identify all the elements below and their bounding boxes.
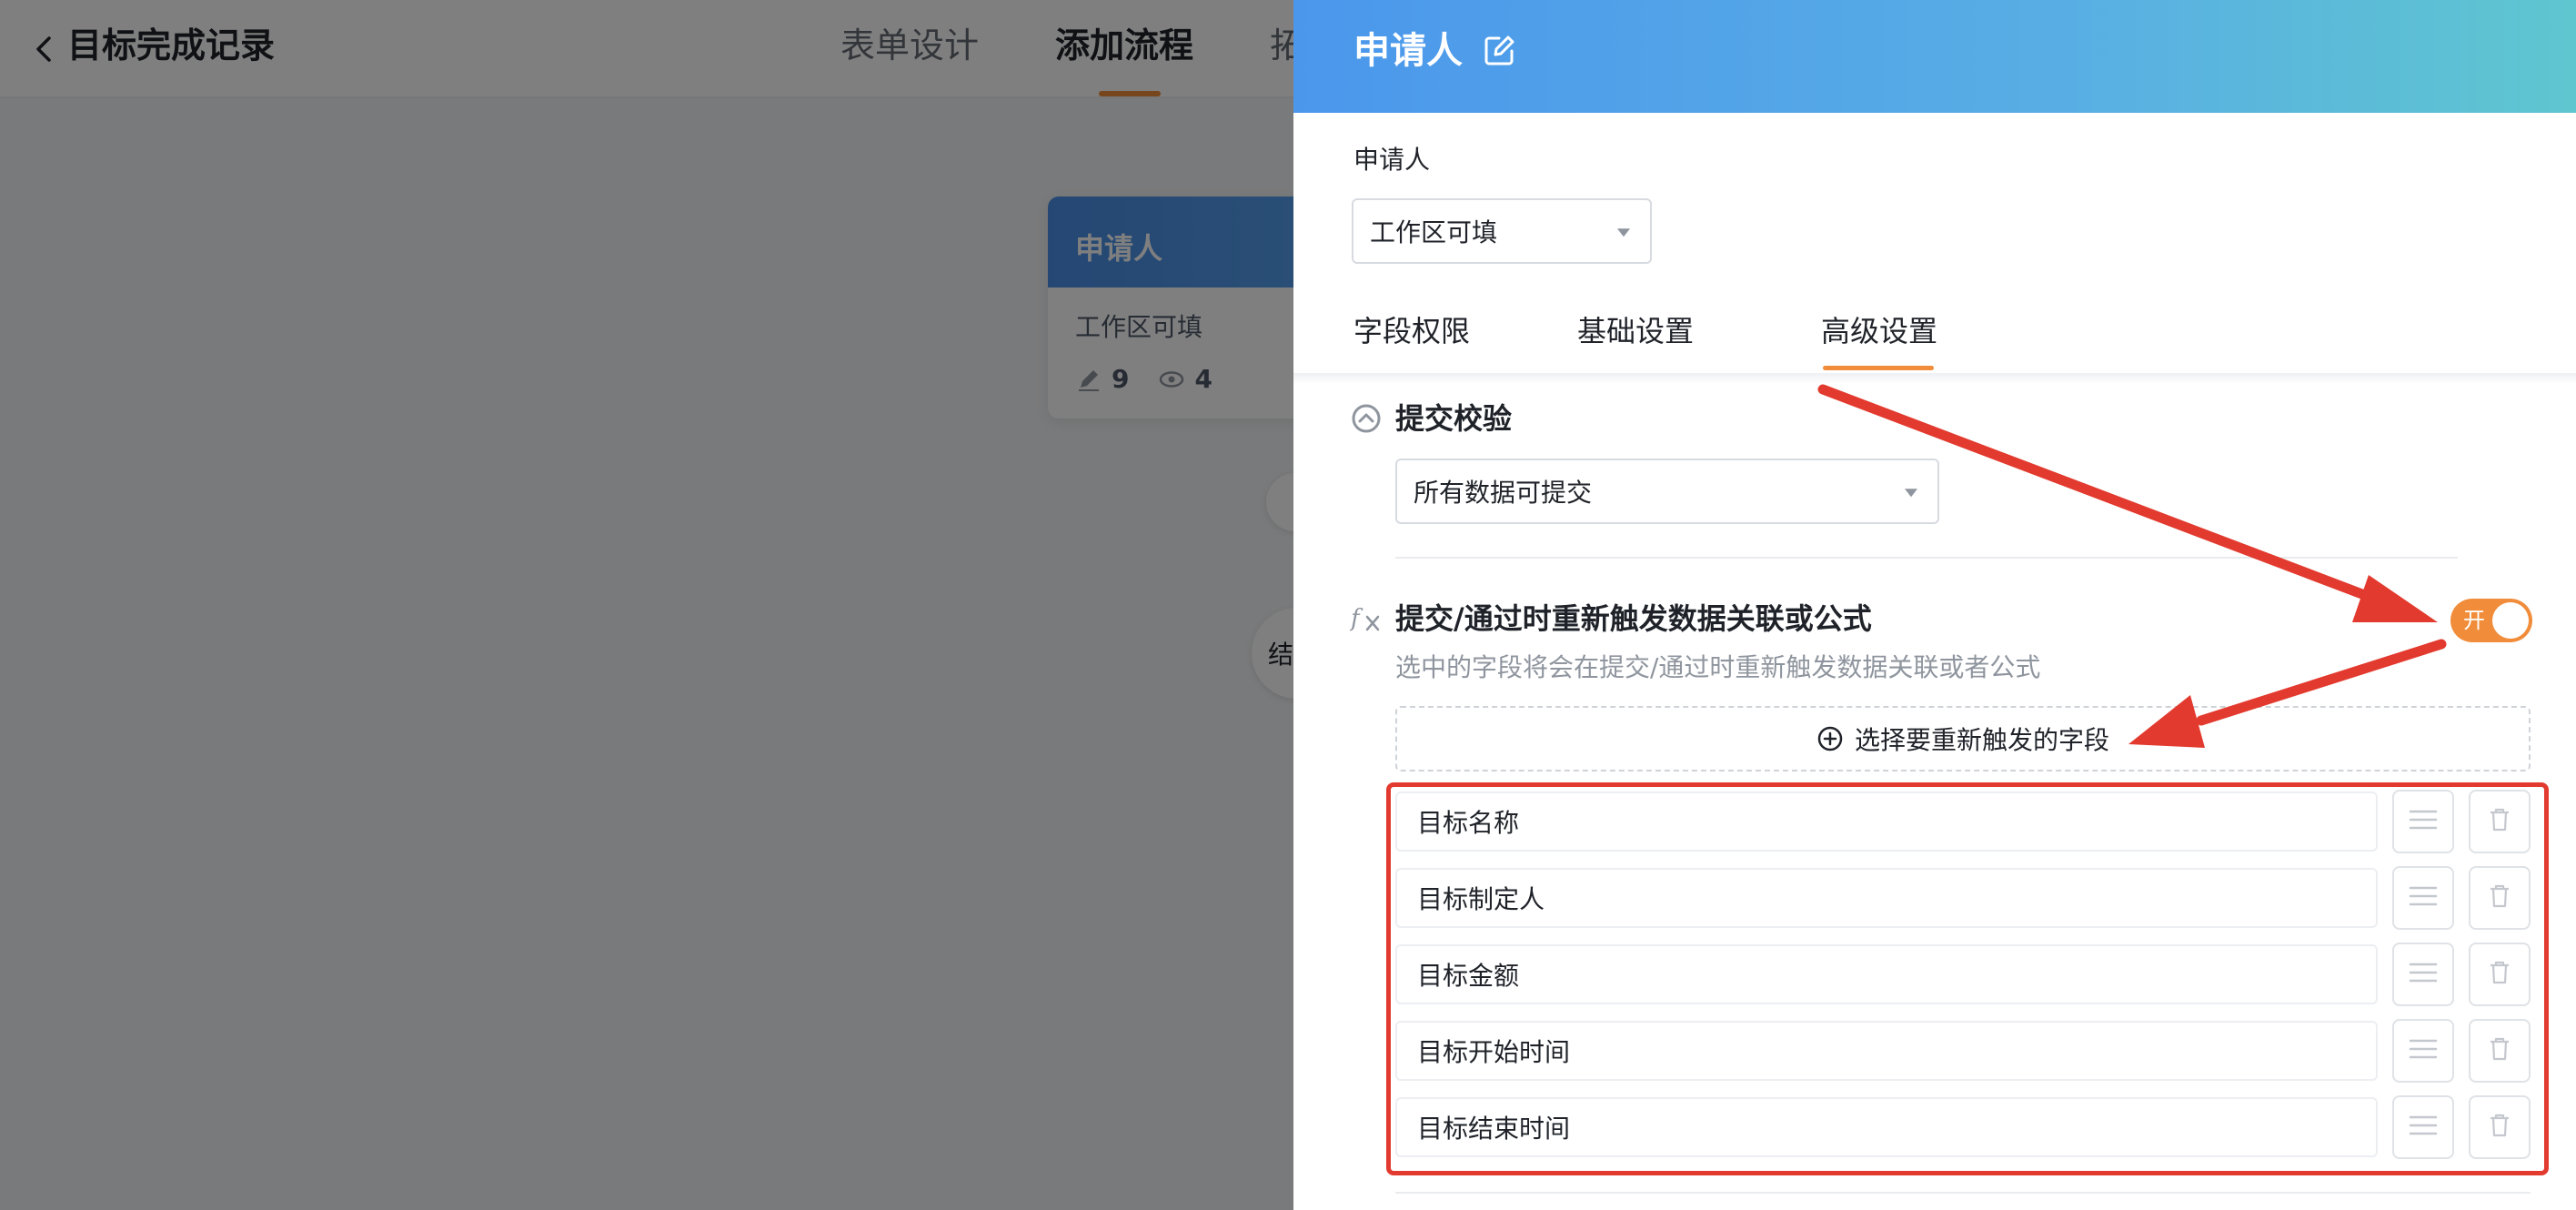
trash-icon xyxy=(2487,959,2512,990)
toggle-label: 开 xyxy=(2463,608,2485,633)
field-name: 目标金额 xyxy=(1395,944,2378,1004)
edit-icon[interactable] xyxy=(1481,33,1517,69)
active-tab-indicator xyxy=(1823,366,1934,370)
permission-select[interactable]: 工作区可填 xyxy=(1352,198,1652,264)
check-circle-icon xyxy=(1350,402,1383,435)
field-row: 目标名称 xyxy=(1395,790,2531,855)
trash-icon xyxy=(2487,1035,2512,1066)
tab-basic-settings[interactable]: 基础设置 xyxy=(1577,309,1694,353)
svg-text:f: f xyxy=(1350,605,1363,632)
modal-overlay[interactable] xyxy=(0,0,1293,1210)
delete-field-button[interactable] xyxy=(2469,943,2531,1006)
retrigger-title: 提交/通过时重新触发数据关联或公式 xyxy=(1395,601,1872,636)
delete-field-button[interactable] xyxy=(2469,1019,2531,1083)
drag-handle-icon xyxy=(2407,1112,2440,1143)
drag-handle-button[interactable] xyxy=(2392,866,2454,930)
drag-handle-icon xyxy=(2407,882,2440,913)
drag-handle-button[interactable] xyxy=(2392,790,2454,853)
submit-check-title: 提交校验 xyxy=(1395,401,1513,436)
field-name: 目标名称 xyxy=(1395,792,2378,852)
formula-fx-icon: f xyxy=(1349,602,1383,635)
drag-handle-icon xyxy=(2407,959,2440,990)
submit-check-select[interactable]: 所有数据可提交 xyxy=(1395,459,1939,524)
permission-select-value: 工作区可填 xyxy=(1370,217,1498,247)
delete-field-button[interactable] xyxy=(2469,1095,2531,1159)
field-name: 目标制定人 xyxy=(1395,868,2378,928)
trash-icon xyxy=(2487,882,2512,913)
plus-circle-icon xyxy=(1816,725,1844,752)
applicant-label: 申请人 xyxy=(1353,145,1431,175)
select-retrigger-fields-label: 选择要重新触发的字段 xyxy=(1854,725,2109,755)
field-row: 目标金额 xyxy=(1395,943,2531,1008)
drawer-header: 申请人 xyxy=(1293,0,2576,113)
trash-icon xyxy=(2487,806,2512,837)
field-row: 目标制定人 xyxy=(1395,866,2531,932)
tabs-shadow xyxy=(1293,373,2576,384)
submit-check-select-value: 所有数据可提交 xyxy=(1414,478,1593,508)
tab-field-permissions[interactable]: 字段权限 xyxy=(1353,309,1470,353)
select-retrigger-fields-button[interactable]: 选择要重新触发的字段 xyxy=(1395,706,2531,771)
caret-down-icon xyxy=(1905,489,1917,498)
drag-handle-button[interactable] xyxy=(2392,1019,2454,1083)
field-row: 目标开始时间 xyxy=(1395,1019,2531,1084)
caret-down-icon xyxy=(1617,228,1630,237)
toggle-knob xyxy=(2492,602,2529,639)
drag-handle-icon xyxy=(2407,1035,2440,1066)
delete-field-button[interactable] xyxy=(2469,866,2531,930)
field-name: 目标开始时间 xyxy=(1395,1021,2378,1081)
field-name: 目标结束时间 xyxy=(1395,1097,2378,1157)
drag-handle-button[interactable] xyxy=(2392,943,2454,1006)
node-settings-drawer: 申请人 申请人 工作区可填 字段权限 基础设置 高级设置 提交校验 所有数据可提… xyxy=(1293,0,2576,1210)
section-divider xyxy=(1395,557,2458,559)
field-row: 目标结束时间 xyxy=(1395,1095,2531,1161)
drag-handle-icon xyxy=(2407,806,2440,837)
delete-field-button[interactable] xyxy=(2469,790,2531,853)
retrigger-description: 选中的字段将会在提交/通过时重新触发数据关联或者公式 xyxy=(1395,652,2041,682)
tab-advanced-settings[interactable]: 高级设置 xyxy=(1821,309,1937,353)
trash-icon xyxy=(2487,1112,2512,1143)
drawer-title: 申请人 xyxy=(1353,30,1463,72)
section-divider xyxy=(1395,1192,2531,1194)
drag-handle-button[interactable] xyxy=(2392,1095,2454,1159)
retrigger-toggle[interactable]: 开 xyxy=(2450,599,2532,642)
